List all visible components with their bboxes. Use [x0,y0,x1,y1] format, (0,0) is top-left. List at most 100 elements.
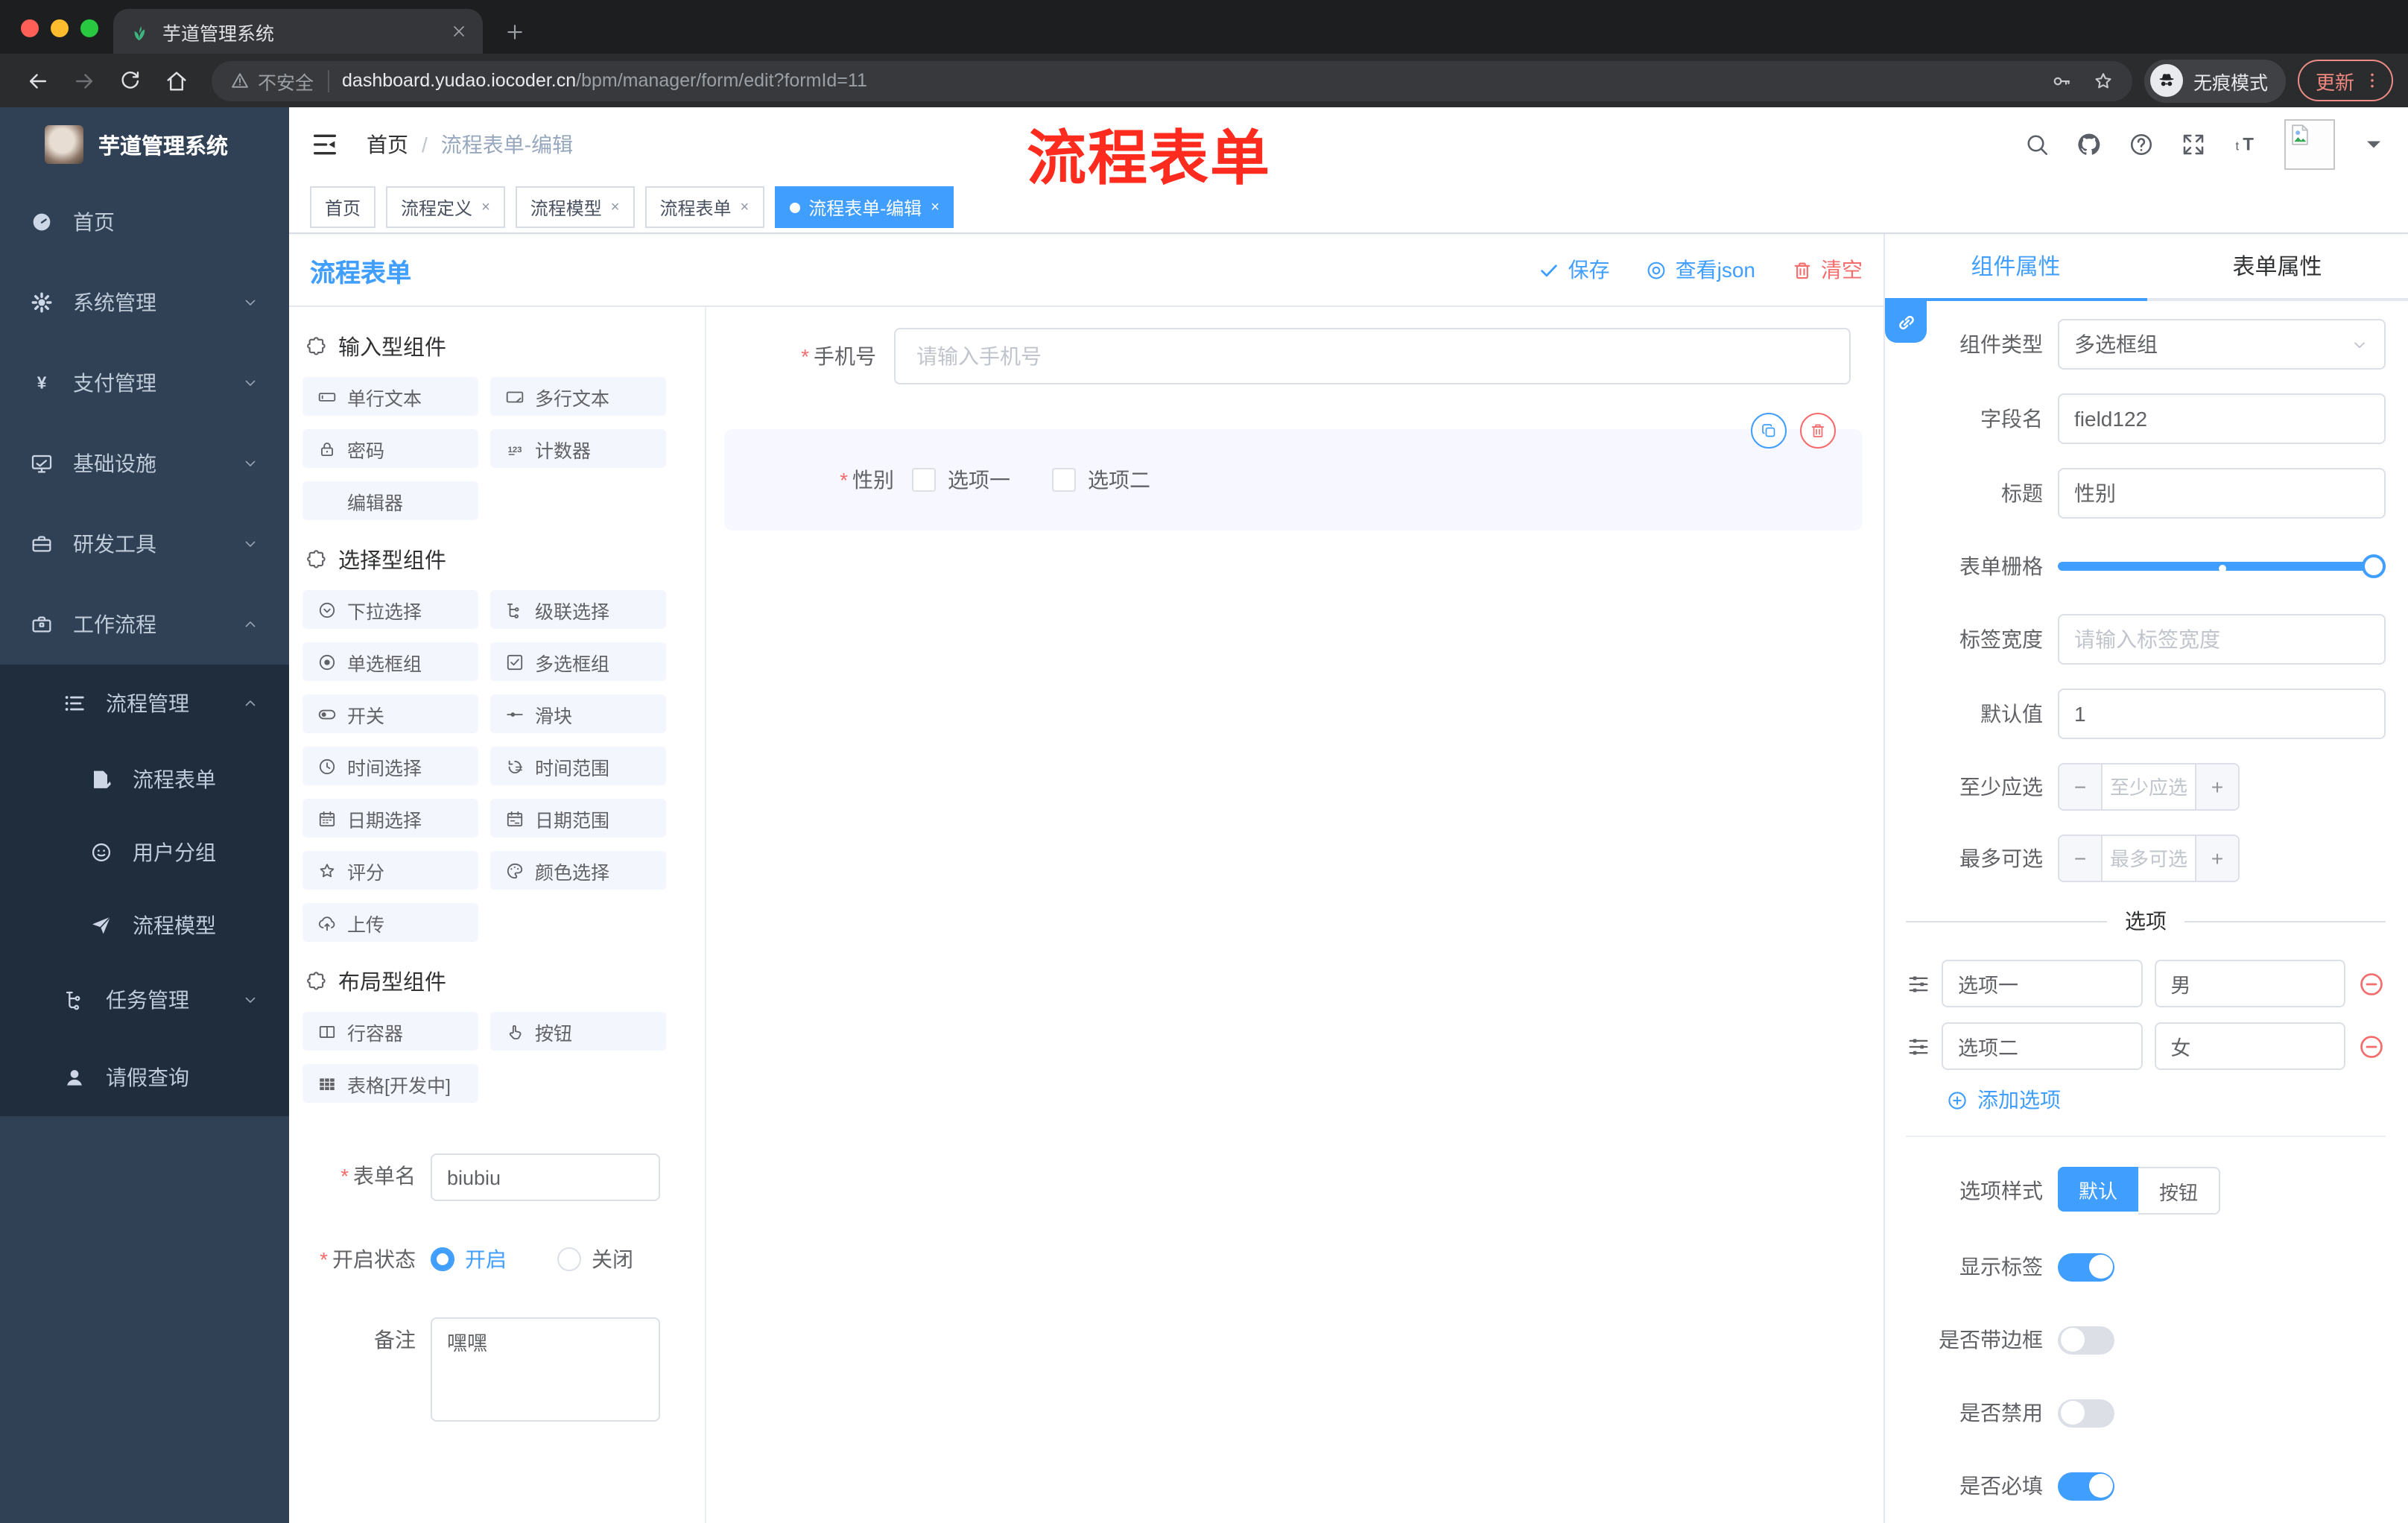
url-domain[interactable]: dashboard.yudao.iocoder.cn [342,70,576,91]
palette-item-0-2[interactable]: 密码 [302,429,478,468]
update-label[interactable]: 更新 [2316,66,2354,95]
sidebar-item-1[interactable]: 系统管理 [0,262,289,343]
sidebar-item-9[interactable]: 流程模型 [0,888,289,961]
close-tag-icon[interactable]: × [931,199,940,215]
remove-option-button[interactable] [2357,1032,2386,1060]
stepper-minus-button[interactable]: − [2059,836,2103,881]
title-input[interactable] [2058,468,2386,519]
toggle-switch[interactable] [2058,1472,2114,1500]
palette-item-1-12[interactable]: 上传 [302,903,478,942]
sidebar-logo[interactable]: 芋道管理系统 [0,107,289,182]
sidebar-item-4[interactable]: 研发工具 [0,504,289,584]
sidebar-item-3[interactable]: 基础设施 [0,423,289,504]
close-tag-icon[interactable]: × [741,199,750,215]
checkbox-icon[interactable] [1052,468,1076,492]
palette-item-2-2[interactable]: 表格[开发中] [302,1064,478,1103]
security-warning-icon[interactable] [229,70,250,91]
palette-item-0-4[interactable]: 编辑器 [302,481,478,520]
collapse-sidebar-icon[interactable] [310,130,340,159]
palette-item-1-1[interactable]: 级联选择 [490,590,666,629]
tab-component-props[interactable]: 组件属性 [1885,234,2146,301]
option-value-input-0[interactable] [2154,960,2345,1007]
home-icon[interactable] [164,68,189,93]
option-name-input-0[interactable] [1942,960,2143,1007]
palette-item-1-4[interactable]: 开关 [302,694,478,733]
browser-update-button[interactable]: 更新 [2297,60,2393,101]
sidebar-item-5[interactable]: 工作流程 [0,584,289,665]
sidebar-item-2[interactable]: ¥ 支付管理 [0,343,289,423]
remove-option-button[interactable] [2357,969,2386,998]
user-menu-caret-icon[interactable] [2360,131,2387,158]
palette-item-1-7[interactable]: 时间范围 [490,747,666,785]
avatar[interactable] [2284,119,2335,170]
selected-component-row[interactable]: * 性别 选项一 选项二 [724,413,1863,531]
add-option-button[interactable]: 添加选项 [1946,1085,2386,1115]
checkbox-icon[interactable] [912,468,936,492]
address-bar[interactable]: 不安全 dashboard.yudao.iocoder.cn /bpm/mana… [212,60,2132,101]
palette-item-1-2[interactable]: 单选框组 [302,642,478,681]
label-width-input[interactable] [2058,614,2386,665]
form-grid-slider[interactable] [2058,542,2386,590]
close-window-button[interactable] [21,19,39,37]
max-select-input[interactable] [2103,836,2195,881]
tag-view-2[interactable]: 流程模型 × [515,186,635,228]
security-label[interactable]: 不安全 [258,66,314,95]
sidebar-item-11[interactable]: 请假查询 [0,1039,289,1116]
option-name-input-1[interactable] [1942,1022,2143,1070]
stepper-minus-button[interactable]: − [2059,764,2103,809]
github-icon[interactable] [2076,131,2103,158]
component-type-select[interactable]: 多选框组 [2058,319,2386,370]
close-tab-icon[interactable] [450,22,468,40]
palette-item-1-6[interactable]: 时间选择 [302,747,478,785]
palette-item-1-8[interactable]: 日期选择 [302,799,478,838]
url-path[interactable]: /bpm/manager/form/edit?formId=11 [576,70,867,91]
close-tag-icon[interactable]: × [611,199,620,215]
default-value-input[interactable] [2058,688,2386,739]
toggle-switch[interactable] [2058,1399,2114,1427]
minimize-window-button[interactable] [51,19,69,37]
palette-item-2-1[interactable]: 按钮 [490,1012,666,1051]
clear-button[interactable]: 清空 [1791,255,1863,285]
form-name-input[interactable] [431,1153,660,1201]
form-remark-textarea[interactable]: 嘿嘿 [431,1317,660,1422]
option-value-input-1[interactable] [2154,1022,2345,1070]
status-closed-radio[interactable]: 关闭 [557,1237,633,1282]
font-size-icon[interactable]: tT [2232,131,2259,158]
stepper-plus-button[interactable]: + [2195,764,2238,809]
palette-item-1-0[interactable]: 下拉选择 [302,590,478,629]
copy-component-button[interactable] [1751,413,1787,449]
sidebar-item-6[interactable]: 流程管理 [0,665,289,742]
close-tag-icon[interactable]: × [481,199,490,215]
bookmark-star-icon[interactable] [2092,69,2114,92]
tab-form-props[interactable]: 表单属性 [2146,234,2408,298]
sidebar-item-10[interactable]: 任务管理 [0,961,289,1039]
palette-item-1-5[interactable]: 滑块 [490,694,666,733]
min-select-input[interactable] [2103,764,2195,809]
drag-handle-icon[interactable] [1906,1033,1931,1059]
view-json-button[interactable]: 查看json [1646,255,1755,285]
maximize-window-button[interactable] [80,19,98,37]
toggle-switch[interactable] [2058,1253,2114,1281]
slider-handle[interactable] [2362,554,2386,578]
tag-view-1[interactable]: 流程定义 × [386,186,505,228]
sidebar-item-7[interactable]: 流程表单 [0,742,289,815]
gender-checkbox-1[interactable]: 选项二 [1052,465,1150,495]
new-tab-button[interactable] [504,21,526,43]
breadcrumb-home[interactable]: 首页 [367,130,408,159]
phone-field-row[interactable]: * 手机号 [724,328,1869,384]
forward-icon[interactable] [72,68,97,93]
style-default-button[interactable]: 默认 [2058,1167,2139,1212]
fullscreen-icon[interactable] [2180,131,2207,158]
password-key-icon[interactable] [2050,69,2073,92]
browser-menu-icon[interactable] [2362,70,2383,91]
help-icon[interactable] [2128,131,2155,158]
tag-view-4[interactable]: 流程表单-编辑 × [774,186,954,228]
palette-item-1-11[interactable]: 颜色选择 [490,851,666,890]
sidebar-item-8[interactable]: 用户分组 [0,815,289,888]
reload-icon[interactable] [118,68,143,93]
stepper-plus-button[interactable]: + [2195,836,2238,881]
back-icon[interactable] [25,68,51,93]
field-name-input[interactable] [2058,393,2386,444]
drag-handle-icon[interactable] [1906,971,1931,996]
status-open-radio[interactable]: 开启 [431,1237,507,1282]
